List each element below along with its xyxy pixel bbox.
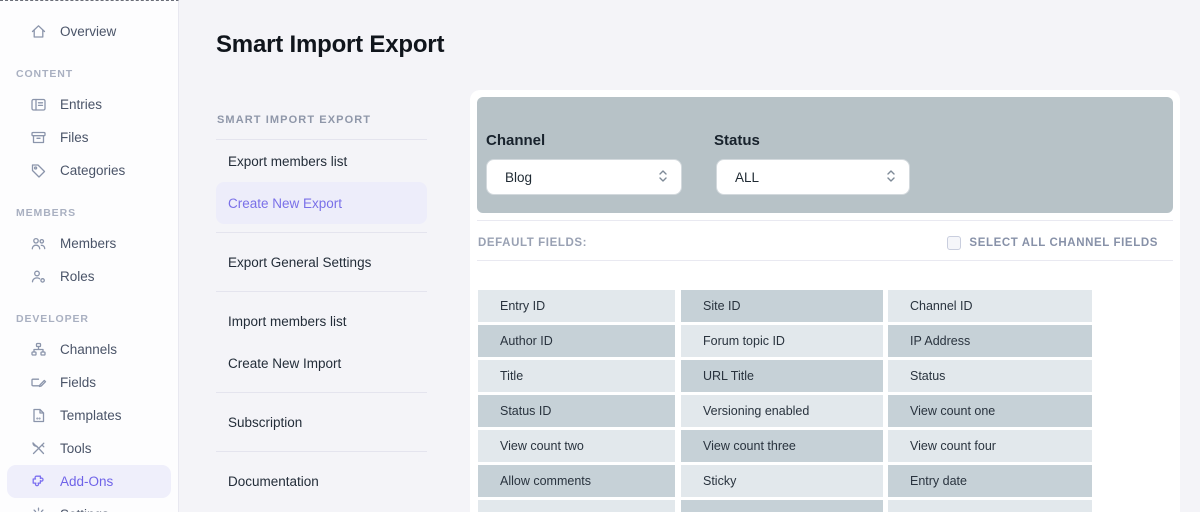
field-cell-allow-comments[interactable]: Allow comments (478, 465, 675, 497)
field-cell-partial[interactable] (681, 500, 883, 512)
tag-icon (30, 162, 47, 179)
members-icon (30, 235, 47, 252)
gear-icon (30, 506, 47, 512)
puzzle-icon (30, 473, 47, 490)
fields-column-2: Site ID Forum topic ID URL Title Version… (681, 290, 883, 512)
sidebar-item-entries[interactable]: Entries (0, 88, 178, 121)
divider (477, 260, 1173, 261)
status-select-value: ALL (735, 169, 760, 185)
home-icon (30, 23, 47, 40)
field-cell-forum-topic-id[interactable]: Forum topic ID (681, 325, 883, 357)
select-arrows-icon (885, 168, 897, 187)
export-settings-card: Channel Blog Status ALL DEFAULT FIELDS: … (470, 90, 1180, 512)
channel-label: Channel (486, 132, 546, 149)
tools-icon (30, 440, 47, 457)
sidebar-item-label: Settings (60, 507, 109, 512)
field-cell-view-count-four[interactable]: View count four (888, 430, 1092, 462)
sidebar-item-label: Categories (60, 163, 126, 178)
divider (477, 220, 1173, 221)
files-icon (30, 129, 47, 146)
field-cell-ip-address[interactable]: IP Address (888, 325, 1092, 357)
divider (216, 291, 427, 292)
select-all-label: SELECT ALL CHANNEL FIELDS (969, 236, 1158, 249)
sidebar-item-settings[interactable]: Settings (0, 498, 178, 512)
field-cell-author-id[interactable]: Author ID (478, 325, 675, 357)
fields-column-3: Channel ID IP Address Status View count … (888, 290, 1092, 512)
sidebar-item-label: Roles (60, 269, 95, 284)
field-cell-view-count-three[interactable]: View count three (681, 430, 883, 462)
page-title: Smart Import Export (216, 31, 445, 58)
subnav-item-export-general-settings[interactable]: Export General Settings (216, 241, 427, 283)
sidebar-item-label: Files (60, 130, 89, 145)
filter-panel: Channel Blog Status ALL (477, 97, 1173, 213)
divider (216, 451, 427, 452)
subnav-item-export-members-list[interactable]: Export members list (216, 140, 427, 182)
field-cell-status-id[interactable]: Status ID (478, 395, 675, 427)
sidebar-item-files[interactable]: Files (0, 121, 178, 154)
sidebar-item-label: Add-Ons (60, 474, 114, 489)
field-cell-url-title[interactable]: URL Title (681, 360, 883, 392)
default-fields-heading: DEFAULT FIELDS: (478, 236, 588, 249)
sidebar-item-fields[interactable]: Fields (0, 366, 178, 399)
divider (216, 232, 427, 233)
templates-icon (30, 407, 47, 424)
main-content: Smart Import Export SMART IMPORT EXPORT … (180, 0, 1200, 512)
field-cell-versioning-enabled[interactable]: Versioning enabled (681, 395, 883, 427)
subnav-item-create-new-export[interactable]: Create New Export (216, 182, 427, 224)
divider (216, 392, 427, 393)
sidebar-section-developer: DEVELOPER (16, 313, 89, 325)
subnav-item-create-new-import[interactable]: Create New Import (216, 342, 427, 384)
select-all-checkbox[interactable] (947, 235, 962, 250)
field-cell-sticky[interactable]: Sticky (681, 465, 883, 497)
select-all-channel-fields[interactable]: SELECT ALL CHANNEL FIELDS (947, 230, 1158, 255)
addon-subnav: SMART IMPORT EXPORT Export members list … (216, 108, 427, 502)
sidebar-item-templates[interactable]: Templates (0, 399, 178, 432)
entries-icon (30, 96, 47, 113)
field-cell-entry-id[interactable]: Entry ID (478, 290, 675, 322)
field-cell-partial[interactable] (888, 500, 1092, 512)
sidebar-section-members: MEMBERS (16, 207, 76, 219)
status-label: Status (714, 132, 760, 149)
channels-icon (30, 341, 47, 358)
field-cell-status[interactable]: Status (888, 360, 1092, 392)
subnav-item-documentation[interactable]: Documentation (216, 460, 427, 502)
select-arrows-icon (657, 168, 669, 187)
sidebar-item-overview[interactable]: Overview (0, 15, 178, 48)
field-cell-partial[interactable] (478, 500, 675, 512)
subnav-item-import-members-list[interactable]: Import members list (216, 300, 427, 342)
sidebar-item-add-ons[interactable]: Add-Ons (7, 465, 171, 498)
sidebar-item-members[interactable]: Members (0, 227, 178, 260)
sidebar-item-label: Fields (60, 375, 97, 390)
fields-icon (30, 374, 47, 391)
field-cell-view-count-two[interactable]: View count two (478, 430, 675, 462)
field-cell-entry-date[interactable]: Entry date (888, 465, 1092, 497)
sidebar-item-label: Entries (60, 97, 103, 112)
sidebar-item-label: Members (60, 236, 117, 251)
sidebar-item-channels[interactable]: Channels (0, 333, 178, 366)
field-cell-view-count-one[interactable]: View count one (888, 395, 1092, 427)
sidebar-item-tools[interactable]: Tools (0, 432, 178, 465)
status-select[interactable]: ALL (716, 159, 910, 195)
sidebar-section-content: CONTENT (16, 68, 74, 80)
sidebar-item-label: Tools (60, 441, 92, 456)
subnav-item-subscription[interactable]: Subscription (216, 401, 427, 443)
channel-select-value: Blog (505, 169, 533, 185)
subnav-header: SMART IMPORT EXPORT (217, 114, 372, 126)
sidebar-item-roles[interactable]: Roles (0, 260, 178, 293)
channel-select[interactable]: Blog (486, 159, 682, 195)
field-cell-channel-id[interactable]: Channel ID (888, 290, 1092, 322)
sidebar-item-label: Overview (60, 24, 117, 39)
sidebar-item-label: Channels (60, 342, 118, 357)
main-sidebar: Overview CONTENT Entries Files Categorie… (0, 0, 179, 512)
sidebar-item-categories[interactable]: Categories (0, 154, 178, 187)
sidebar-item-label: Templates (60, 408, 122, 423)
field-cell-title[interactable]: Title (478, 360, 675, 392)
roles-icon (30, 268, 47, 285)
fields-column-1: Entry ID Author ID Title Status ID View … (478, 290, 675, 512)
field-cell-site-id[interactable]: Site ID (681, 290, 883, 322)
